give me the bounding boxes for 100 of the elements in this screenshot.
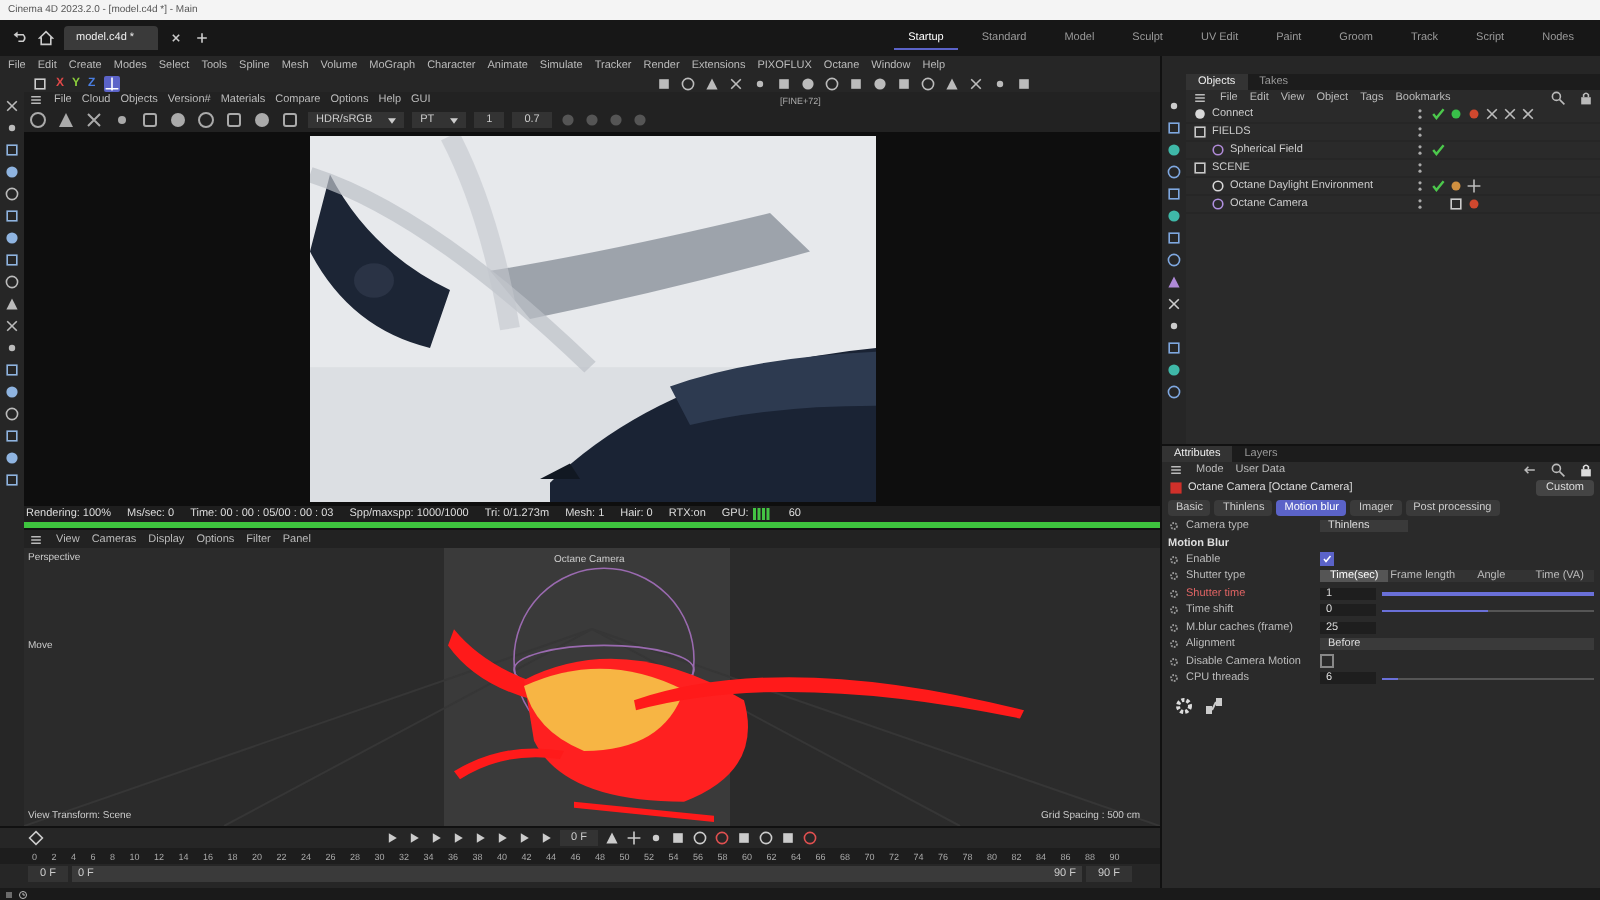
lock-icon[interactable] [1578, 90, 1594, 106]
close-icon[interactable] [168, 30, 185, 46]
ring-icon[interactable] [28, 110, 48, 130]
circle-icon[interactable] [4, 230, 20, 246]
nodes-icon[interactable] [1204, 695, 1224, 715]
dot-tag-icon[interactable] [1448, 106, 1464, 122]
search-icon[interactable] [1550, 462, 1566, 478]
square-icon[interactable] [4, 362, 20, 378]
cross-icon[interactable] [4, 318, 20, 334]
square-icon[interactable] [780, 830, 797, 846]
camera-object-icon [1168, 480, 1184, 496]
triangle-icon[interactable] [944, 75, 960, 91]
null-object-icon [1192, 160, 1208, 176]
cross-tag-icon[interactable] [1484, 106, 1500, 122]
square-icon[interactable] [4, 472, 20, 488]
square-icon[interactable] [140, 110, 160, 130]
circle-icon[interactable] [4, 164, 20, 180]
frame-tag-icon[interactable] [1520, 106, 1536, 122]
cross-icon[interactable] [84, 110, 104, 130]
square-icon[interactable] [1166, 340, 1182, 356]
dot-icon[interactable] [1166, 318, 1182, 334]
ring-icon[interactable] [1166, 252, 1182, 268]
gear-tag-icon[interactable] [1466, 178, 1482, 194]
lock-icon[interactable] [1578, 462, 1594, 478]
square-icon[interactable] [656, 75, 672, 91]
cross-icon[interactable] [4, 98, 20, 114]
dot-icon[interactable] [112, 110, 132, 130]
cross-icon[interactable] [626, 830, 643, 846]
circle-icon[interactable] [168, 110, 188, 130]
square-icon[interactable] [1166, 186, 1182, 202]
search-icon[interactable] [1550, 90, 1566, 106]
ring-icon[interactable] [1166, 164, 1182, 180]
cross-icon[interactable] [1166, 296, 1182, 312]
ring-icon[interactable] [1166, 384, 1182, 400]
dot-icon[interactable] [4, 340, 20, 356]
axis-icon[interactable] [103, 75, 120, 91]
square-icon[interactable] [736, 830, 753, 846]
circle-icon[interactable] [800, 75, 816, 91]
dot-icon[interactable] [752, 75, 768, 91]
circle-icon[interactable] [252, 110, 272, 130]
triangle-icon[interactable] [56, 110, 76, 130]
square-icon[interactable] [1166, 120, 1182, 136]
triangle-icon[interactable] [4, 296, 20, 312]
ring-icon[interactable] [714, 830, 731, 846]
check-icon[interactable] [1430, 142, 1446, 158]
square-icon[interactable] [4, 208, 20, 224]
square-icon[interactable] [896, 75, 912, 91]
triangle-icon[interactable] [1166, 274, 1182, 290]
circle-icon[interactable] [1166, 208, 1182, 224]
circle-icon[interactable] [1166, 142, 1182, 158]
square-icon[interactable] [1016, 75, 1032, 91]
square-icon[interactable] [4, 428, 20, 444]
ring-icon[interactable] [4, 274, 20, 290]
dot-icon[interactable] [4, 120, 20, 136]
plus-icon[interactable] [194, 30, 211, 46]
circle-icon[interactable] [692, 830, 709, 846]
gear-icon [1168, 520, 1180, 533]
dot-icon[interactable] [1166, 98, 1182, 114]
dot-icon[interactable] [648, 830, 665, 846]
gpu-bars-icon [752, 508, 773, 520]
triangle-icon[interactable] [704, 75, 720, 91]
ring-icon[interactable] [4, 186, 20, 202]
circle-icon[interactable] [758, 830, 775, 846]
triangle-icon[interactable] [604, 830, 621, 846]
circle-icon[interactable] [4, 450, 20, 466]
ring-icon[interactable] [802, 830, 819, 846]
ring-icon[interactable] [4, 406, 20, 422]
circle-icon[interactable] [872, 75, 888, 91]
check-icon[interactable] [1430, 178, 1446, 194]
circle-icon[interactable] [4, 384, 20, 400]
square-icon[interactable] [670, 830, 687, 846]
square-icon[interactable] [224, 110, 244, 130]
sun-tag-icon[interactable] [1448, 178, 1464, 194]
cross-icon[interactable] [728, 75, 744, 91]
octane-tag-icon[interactable] [1466, 106, 1482, 122]
cross-icon[interactable] [968, 75, 984, 91]
ring-icon[interactable] [196, 110, 216, 130]
clock-icon[interactable] [18, 889, 28, 899]
square-icon[interactable] [1166, 230, 1182, 246]
dot-icon[interactable] [992, 75, 1008, 91]
square-icon[interactable] [848, 75, 864, 91]
checkbox[interactable] [1320, 552, 1334, 567]
back-arrow-icon[interactable] [1522, 462, 1538, 478]
square-icon[interactable] [32, 75, 48, 91]
square-icon[interactable] [4, 252, 20, 268]
ring-icon[interactable] [680, 75, 696, 91]
home-icon[interactable] [38, 30, 54, 46]
undo-icon[interactable] [12, 30, 28, 46]
square-icon[interactable] [776, 75, 792, 91]
ring-icon[interactable] [824, 75, 840, 91]
checkbox[interactable] [1320, 654, 1334, 669]
square-icon[interactable] [280, 110, 300, 130]
grid-tag-icon[interactable] [1448, 196, 1464, 212]
diamond-icon[interactable] [28, 830, 44, 846]
square-icon[interactable] [4, 142, 20, 158]
ring-icon[interactable] [920, 75, 936, 91]
caret-icon [388, 117, 397, 123]
check-icon[interactable] [1430, 106, 1446, 122]
cross-tag-icon[interactable] [1502, 106, 1518, 122]
circle-icon[interactable] [1166, 362, 1182, 378]
